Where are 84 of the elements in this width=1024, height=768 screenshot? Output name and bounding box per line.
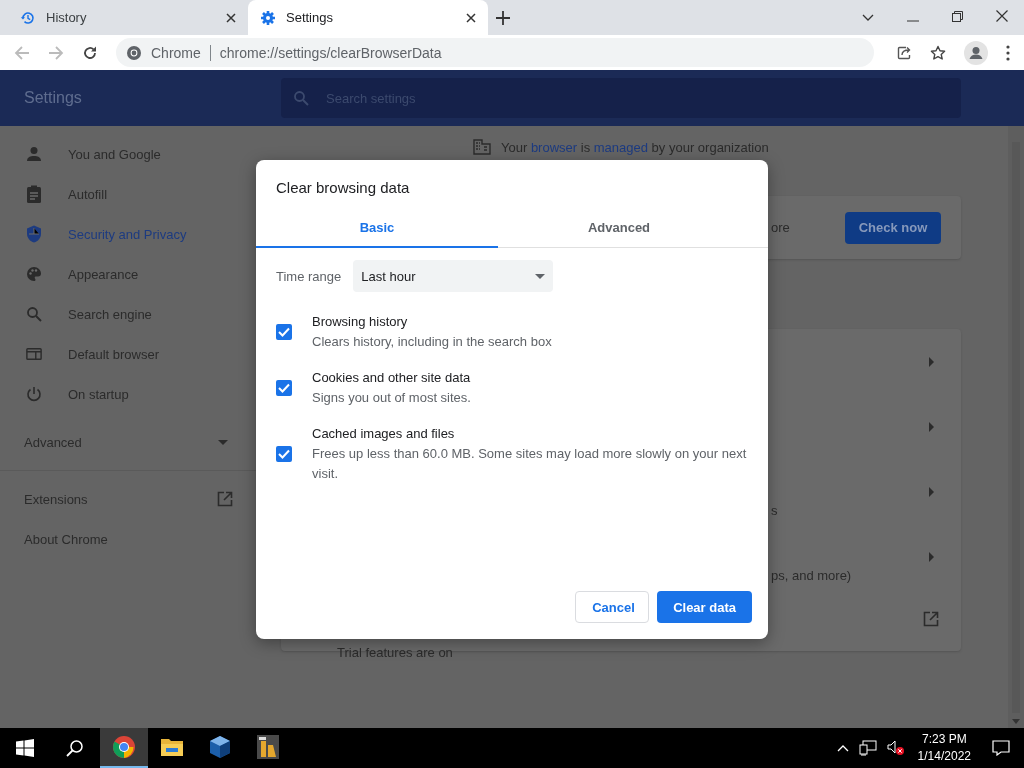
- browser-window-icon: [26, 347, 42, 361]
- url-text: chrome://settings/clearBrowserData: [219, 44, 442, 61]
- search-icon: [293, 90, 309, 106]
- option-description: Signs you out of most sites.: [312, 389, 472, 407]
- advanced-section[interactable]: Advanced: [0, 422, 256, 462]
- sidebar-item[interactable]: You and Google: [0, 134, 256, 174]
- notification-icon[interactable]: [992, 740, 1010, 756]
- chevron-up-icon[interactable]: [836, 744, 849, 752]
- address-bar[interactable]: Chrome chrome://settings/clearBrowserData: [116, 38, 874, 67]
- chevron-right-icon[interactable]: [929, 551, 934, 562]
- chrome-logo-icon: [126, 44, 142, 61]
- external-link-icon[interactable]: [923, 611, 939, 627]
- row-text: Trial features are on: [337, 645, 453, 660]
- sidebar-link[interactable]: Extensions: [0, 479, 256, 519]
- dialog-tab[interactable]: Advanced: [498, 208, 740, 246]
- app-icon: [257, 735, 279, 759]
- sidebar-item[interactable]: Security and Privacy: [0, 214, 256, 254]
- external-link-icon: [217, 491, 233, 507]
- card-text: ore: [771, 220, 790, 235]
- sidebar-item[interactable]: Appearance: [0, 254, 256, 294]
- person-icon: [26, 146, 42, 162]
- notice-link[interactable]: managed: [593, 139, 648, 155]
- network-icon[interactable]: [858, 740, 877, 756]
- restore-icon[interactable]: [952, 11, 963, 22]
- clipboard-icon: [26, 185, 42, 203]
- checkbox[interactable]: [276, 324, 292, 340]
- close-icon[interactable]: [466, 12, 476, 23]
- row-text: ps, and more): [771, 568, 852, 583]
- clock-date[interactable]: 1/14/2022: [917, 748, 971, 765]
- browser-tab[interactable]: History: [8, 0, 248, 35]
- option-title: Cookies and other site data: [312, 369, 472, 387]
- option-title: Cached images and files: [312, 425, 456, 443]
- scrollbar[interactable]: [1008, 126, 1024, 728]
- profile-icon[interactable]: [964, 40, 988, 65]
- chevron-right-icon[interactable]: [929, 421, 934, 432]
- browser-tab[interactable]: Settings: [248, 0, 488, 35]
- share-icon[interactable]: [896, 44, 912, 61]
- option-description: Clears history, including in the search box: [312, 333, 553, 351]
- star-icon[interactable]: [930, 44, 946, 61]
- caret-icon: [218, 439, 228, 445]
- dialog-tab[interactable]: Basic: [256, 208, 498, 248]
- settings-icon: [260, 9, 276, 26]
- sidebar-link[interactable]: About Chrome: [0, 519, 256, 559]
- time-range-label: Time range: [276, 268, 342, 284]
- volume-muted-icon[interactable]: [886, 740, 905, 756]
- notice-link[interactable]: browser: [530, 139, 578, 155]
- sidebar-item[interactable]: Default browser: [0, 334, 256, 374]
- windows-start-icon[interactable]: [16, 739, 34, 757]
- building-icon: [473, 139, 491, 155]
- time-range-dropdown[interactable]: Last hour: [353, 260, 554, 292]
- taskbar-app[interactable]: [100, 728, 148, 768]
- option-description: Frees up less than 60.0 MB. Some sites may load more slowly on your next visit.: [312, 445, 748, 483]
- tab-search-icon[interactable]: [862, 14, 874, 22]
- new-tab-icon[interactable]: [496, 11, 510, 25]
- checkbox[interactable]: [276, 380, 292, 396]
- checkbox[interactable]: [276, 446, 292, 462]
- option-title: Browsing history: [312, 313, 409, 331]
- close-icon[interactable]: [996, 10, 1008, 22]
- sidebar-item[interactable]: Autofill: [0, 174, 256, 214]
- menu-icon[interactable]: [1006, 44, 1010, 61]
- folder-icon: [160, 737, 184, 757]
- clear-data-button[interactable]: Clear data: [657, 591, 752, 623]
- row-text: s: [771, 503, 778, 518]
- chevron-right-icon[interactable]: [929, 486, 934, 497]
- caret-icon: [535, 273, 546, 279]
- site-label: Chrome: [151, 44, 201, 61]
- shield-icon: [26, 225, 42, 243]
- power-icon: [26, 386, 42, 402]
- history-icon: [20, 9, 36, 26]
- palette-icon: [26, 266, 42, 282]
- cube-icon: [209, 735, 231, 759]
- cancel-button[interactable]: Cancel: [575, 591, 650, 623]
- search-icon[interactable]: [66, 739, 84, 757]
- check-now-button[interactable]: Check now: [845, 211, 941, 244]
- settings-title: Settings: [23, 89, 83, 107]
- sidebar-item[interactable]: On startup: [0, 374, 256, 414]
- sidebar-item[interactable]: Search engine: [0, 294, 256, 334]
- chevron-right-icon[interactable]: [929, 356, 934, 367]
- search-icon: [26, 306, 42, 322]
- clock-time[interactable]: 7:23 PM: [921, 731, 967, 748]
- close-icon[interactable]: [226, 12, 236, 23]
- reload-icon[interactable]: [82, 44, 98, 61]
- chrome-icon: [112, 735, 136, 759]
- dialog-title: Clear browsing data: [275, 178, 411, 196]
